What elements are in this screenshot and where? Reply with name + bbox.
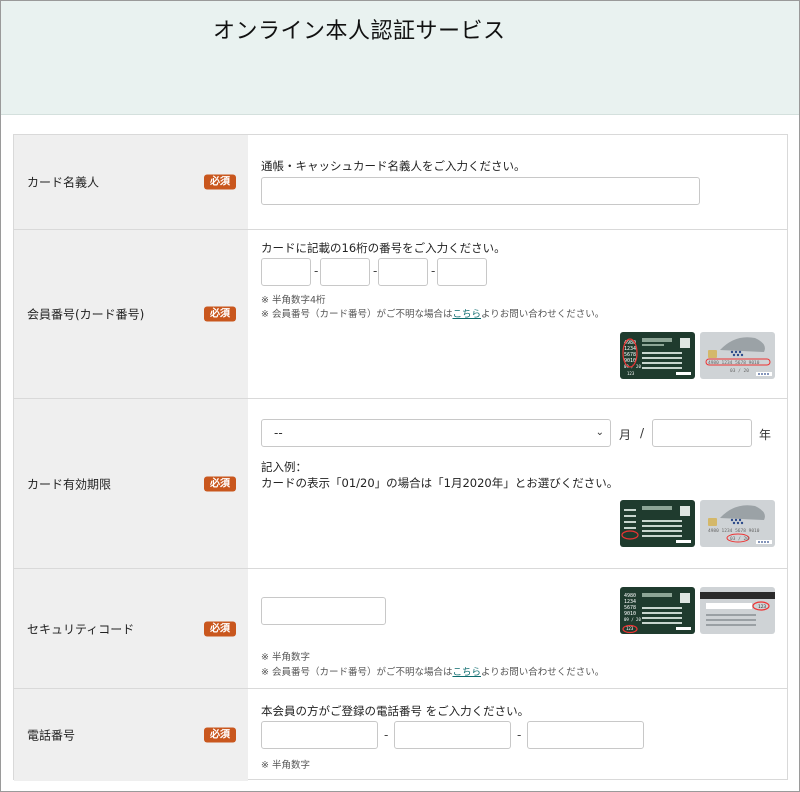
- svg-text:4980 1234 5678 9010: 4980 1234 5678 9010: [708, 528, 760, 534]
- separator: -: [431, 264, 436, 278]
- expiry-example-text: カードの表示「01/20」の場合は「1月2020年」とお選びください。: [261, 476, 619, 490]
- member-number-instruction: カードに記載の16桁の番号をご入力ください。: [261, 241, 506, 255]
- svg-text:4980 1234 5678 9010: 4980 1234 5678 9010: [708, 360, 760, 366]
- contact-link[interactable]: こちら: [452, 309, 481, 320]
- svg-text:09 / 20: 09 / 20: [624, 617, 641, 622]
- row-expiry: カード有効期限 必須 -- ⌄ 月 / 年 記入例： カードの表示「01/20」…: [14, 399, 787, 569]
- phone-instruction: 本会員の方がご登録の電話番号 をご入力ください。: [261, 704, 530, 718]
- required-badge: 必須: [204, 621, 236, 636]
- card-number-input-4[interactable]: [437, 258, 487, 286]
- card-front-dark-icon: 4980 1234 5678 9010 09 / 20 123: [620, 587, 695, 634]
- cardholder-input[interactable]: [261, 177, 700, 205]
- cardholder-instruction: 通帳・キャッシュカード名義人をご入力ください。: [261, 159, 526, 173]
- card-number-input-3[interactable]: [378, 258, 428, 286]
- phone-note-digits: ※ 半角数字: [261, 760, 310, 771]
- phone-input-2[interactable]: [394, 721, 511, 749]
- chevron-down-icon: ⌄: [595, 427, 604, 438]
- row-cardholder: カード名義人 必須 通帳・キャッシュカード名義人をご入力ください。: [14, 135, 787, 230]
- page-title: オンライン本人認証サービス: [213, 19, 506, 44]
- required-badge: 必須: [204, 306, 236, 322]
- security-note-help: ※ 会員番号（カード番号）がご不明な場合はこちらよりお問い合わせください。: [261, 667, 605, 678]
- row-member-number: 会員番号(カード番号) 必須 カードに記載の16桁の番号をご入力ください。 - …: [14, 230, 787, 399]
- card-back-icon: 123: [700, 587, 775, 634]
- month-unit: 月: [619, 428, 632, 442]
- member-number-note-help: ※ 会員番号（カード番号）がご不明な場合はこちらよりお問い合わせください。: [261, 309, 605, 320]
- page-header: オンライン本人認証サービス: [1, 1, 799, 115]
- row-security-code: セキュリティコード 必須 ※ 半角数字 ※ 会員番号（カード番号）がご不明な場合…: [14, 569, 787, 689]
- year-unit: 年: [759, 428, 772, 442]
- row-phone: 電話番号 必須 本会員の方がご登録の電話番号 をご入力ください。 - - ※ 半…: [14, 689, 787, 781]
- contact-link[interactable]: こちら: [452, 667, 481, 678]
- svg-text:123: 123: [626, 626, 634, 631]
- svg-text:03 / 20: 03 / 20: [730, 536, 749, 542]
- date-slash: /: [640, 426, 645, 440]
- separator: -: [314, 264, 319, 278]
- card-front-silver-icon: 4980 1234 5678 9010 03 / 20: [700, 500, 775, 547]
- phone-input-1[interactable]: [261, 721, 378, 749]
- separator: -: [384, 728, 389, 742]
- security-code-input[interactable]: [261, 597, 386, 625]
- expiry-month-select[interactable]: -- ⌄: [261, 419, 611, 447]
- separator: -: [373, 264, 378, 278]
- auth-form: カード名義人 必須 通帳・キャッシュカード名義人をご入力ください。 会員番号(カ…: [13, 134, 788, 781]
- security-code-label: セキュリティコード: [27, 622, 135, 636]
- card-front-silver-icon: 4980 1234 5678 9010 03 / 20: [700, 332, 775, 379]
- required-badge: 必須: [204, 476, 236, 491]
- card-front-dark-icon: [620, 500, 695, 547]
- required-badge: 必須: [204, 727, 236, 743]
- card-front-dark-icon: 4980 1234 5678 9010 09 / 20 123: [620, 332, 695, 379]
- svg-text:03 / 20: 03 / 20: [730, 368, 749, 374]
- required-badge: 必須: [204, 174, 236, 190]
- phone-label: 電話番号: [27, 728, 76, 743]
- member-number-note-digits: ※ 半角数字4桁: [261, 295, 326, 306]
- label-cell: カード名義人 必須: [14, 135, 248, 229]
- card-number-input-2[interactable]: [320, 258, 370, 286]
- separator: -: [517, 728, 522, 742]
- cardholder-label: カード名義人: [27, 175, 100, 190]
- expiry-label: カード有効期限: [27, 477, 112, 491]
- expiry-example-title: 記入例：: [261, 460, 307, 474]
- member-number-label: 会員番号(カード番号): [27, 307, 145, 322]
- phone-input-3[interactable]: [527, 721, 644, 749]
- expiry-year-input[interactable]: [652, 419, 752, 447]
- svg-text:123: 123: [627, 371, 635, 376]
- card-number-input-1[interactable]: [261, 258, 311, 286]
- security-note-digits: ※ 半角数字: [261, 652, 310, 663]
